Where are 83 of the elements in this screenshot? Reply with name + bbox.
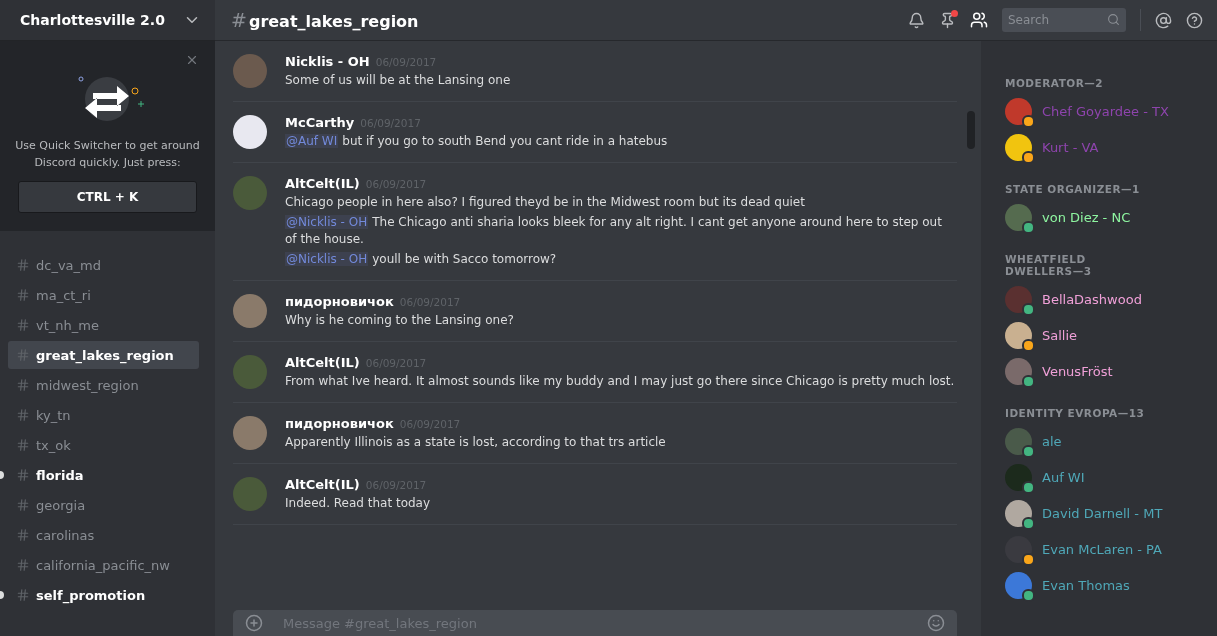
hash-icon xyxy=(16,258,30,272)
bell-icon[interactable] xyxy=(908,11,925,29)
message-text: @Nicklis - OH youll be with Sacco tomorrow? xyxy=(285,251,558,268)
member-item[interactable]: BellaDashwood xyxy=(1005,285,1217,313)
member-group-title: IDENTITY EVROPA—13 xyxy=(1005,407,1146,419)
message-text: @Auf WI but if you go to south Bend you cant ride in a hatebus xyxy=(285,133,668,150)
hash-icon xyxy=(16,288,30,302)
upload-icon[interactable] xyxy=(245,614,263,632)
hash-icon xyxy=(16,498,30,512)
server-name: Charlottesville 2.0 xyxy=(20,12,165,28)
hash-icon xyxy=(16,558,30,572)
shortcut-button[interactable]: CTRL + K xyxy=(18,181,197,213)
member-group-title: MODERATOR—2 xyxy=(1005,77,1105,89)
scrollbar-thumb[interactable] xyxy=(967,111,975,149)
quick-switcher-text: Use Quick Switcher to get around Discord quickly. Just press: xyxy=(14,138,201,171)
channel-item[interactable]: ky_tn xyxy=(8,401,199,429)
message-text: Some of us will be at the Lansing one xyxy=(285,72,511,89)
member-item[interactable]: Evan McLaren - PA xyxy=(1005,535,1217,563)
message-author[interactable]: пидорновичок xyxy=(285,416,394,431)
mention-icon[interactable] xyxy=(1155,11,1172,29)
message-text: Why is he coming to the Lansing one? xyxy=(285,312,514,329)
mention-link[interactable]: @Nicklis - OH xyxy=(285,215,369,229)
hash-icon xyxy=(16,588,30,602)
member-group-title: STATE ORGANIZER—1 xyxy=(1005,183,1141,195)
member-name: Auf WI xyxy=(1042,469,1085,485)
member-item[interactable]: Evan Thomas xyxy=(1005,571,1217,599)
member-item[interactable]: David Darnell - MT xyxy=(1005,499,1217,527)
message-author[interactable]: AltCelt(IL) xyxy=(285,176,360,191)
help-icon[interactable] xyxy=(1186,11,1203,29)
channel-item[interactable]: tx_ok xyxy=(8,431,199,459)
member-name: David Darnell - MT xyxy=(1042,505,1163,521)
hash-icon xyxy=(16,408,30,422)
message-author[interactable]: Nicklis - OH xyxy=(285,54,370,69)
message-text: From what Ive heard. It almost sounds like my buddy and I may just go there since Chicago is pretty much lost. xyxy=(285,373,955,390)
member-name: von Diez - NC xyxy=(1042,209,1131,225)
hash-icon xyxy=(16,348,30,362)
message-text: Chicago people in here also? I figured theyd be in the Midwest room but its dead quiet xyxy=(285,194,806,211)
member-name: Sallie xyxy=(1042,327,1078,343)
message-text: Indeed. Read that today xyxy=(285,495,431,512)
pin-icon[interactable] xyxy=(939,11,956,29)
channel-item[interactable]: georgia xyxy=(8,491,199,519)
message-author[interactable]: пидорновичок xyxy=(285,294,394,309)
message-author[interactable]: AltCelt(IL) xyxy=(285,477,360,492)
channel-item[interactable]: florida xyxy=(8,461,199,489)
member-name: VenusFröst xyxy=(1042,363,1113,379)
members-icon[interactable] xyxy=(970,11,988,29)
member-group-title: WHEATFIELD DWELLERS—3 xyxy=(1005,253,1093,277)
emoji-icon[interactable] xyxy=(927,614,945,632)
channel-item[interactable]: carolinas xyxy=(8,521,199,549)
member-item[interactable]: ale xyxy=(1005,427,1217,455)
member-name: BellaDashwood xyxy=(1042,291,1142,307)
channel-item[interactable]: dc_va_md xyxy=(8,251,199,279)
message-text: @Nicklis - OH The Chicago anti sharia looks bleek for any alt right. I cant get anyone around here to step out of the house. xyxy=(285,214,943,248)
message-author[interactable]: AltCelt(IL) xyxy=(285,355,360,370)
member-item[interactable]: VenusFröst xyxy=(1005,357,1217,385)
channel-item[interactable]: california_pacific_nw xyxy=(8,551,199,579)
member-item[interactable]: von Diez - NC xyxy=(1005,203,1217,231)
member-item[interactable]: Sallie xyxy=(1005,321,1217,349)
channel-item[interactable]: self_promotion xyxy=(8,581,199,609)
user-avatar[interactable] xyxy=(233,115,267,149)
search-field[interactable]: Search xyxy=(1002,8,1126,32)
hash-icon xyxy=(16,438,30,452)
search-icon[interactable] xyxy=(1107,13,1120,26)
close-icon[interactable] xyxy=(185,53,199,67)
message-author[interactable]: McCarthy xyxy=(285,115,355,130)
channel-item[interactable]: vt_nh_me xyxy=(8,311,199,339)
hash-icon xyxy=(16,468,30,482)
channel-item[interactable]: midwest_region xyxy=(8,371,199,399)
mention-link[interactable]: @Auf WI xyxy=(285,134,339,148)
member-name: Evan Thomas xyxy=(1042,577,1130,593)
member-name: Chef Goyardee - TX xyxy=(1042,103,1169,119)
channel-item[interactable]: great_lakes_region xyxy=(8,341,199,369)
member-name: Kurt - VA xyxy=(1042,139,1099,155)
member-item[interactable]: Auf WI xyxy=(1005,463,1217,491)
member-name: ale xyxy=(1042,433,1062,449)
mention-link[interactable]: @Nicklis - OH xyxy=(285,252,369,266)
message-text: Apparently Illinois as a state is lost, according to that trs article xyxy=(285,434,666,451)
hash-icon xyxy=(16,528,30,542)
channel-item[interactable]: ma_ct_ri xyxy=(8,281,199,309)
member-name: Evan McLaren - PA xyxy=(1042,541,1162,557)
channel-title: #great_lakes_region xyxy=(231,9,420,31)
hash-icon xyxy=(16,318,30,332)
hash-icon xyxy=(16,378,30,392)
